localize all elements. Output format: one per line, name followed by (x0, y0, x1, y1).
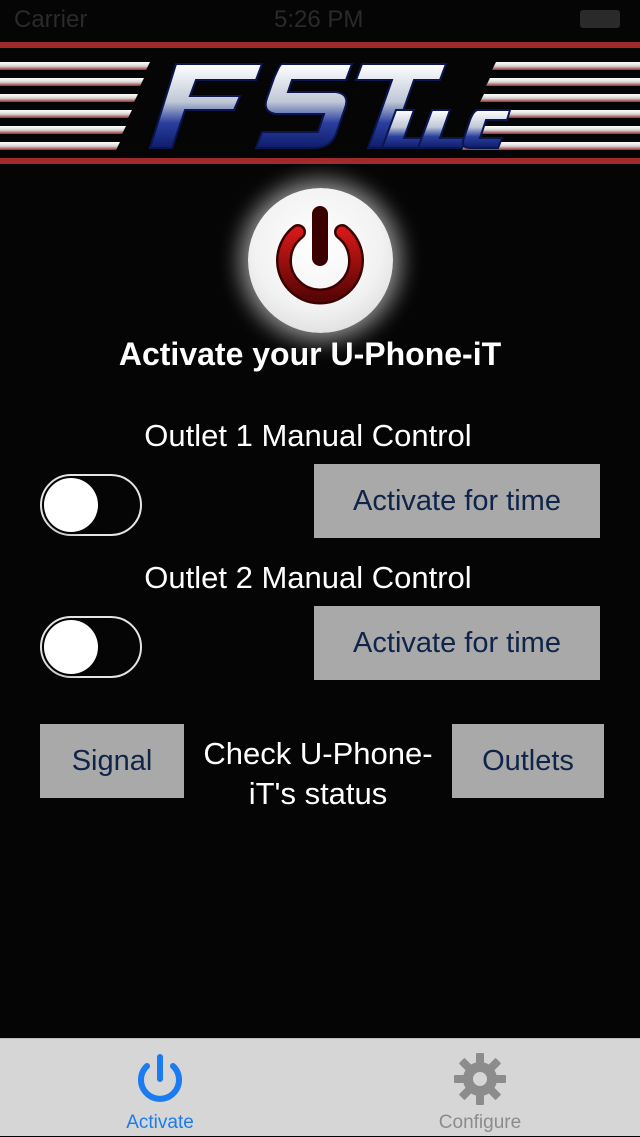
activate-power-button[interactable] (248, 188, 393, 333)
gear-icon (454, 1053, 506, 1105)
outlets-button[interactable]: Outlets (452, 724, 604, 798)
status-bar: Carrier 5:26 PM (0, 0, 640, 40)
outlet-1-toggle[interactable] (40, 474, 142, 536)
toggle-knob (44, 620, 98, 674)
power-icon (276, 206, 364, 305)
toggle-knob (44, 478, 98, 532)
battery-icon (580, 10, 620, 28)
tab-bar: Activate Configure (0, 1038, 640, 1136)
activate-title: Activate your U-Phone-iT (118, 336, 502, 372)
power-icon (138, 1054, 182, 1102)
tab-activate-label: Activate (126, 1112, 194, 1133)
outlet-2-toggle[interactable] (40, 616, 142, 678)
tab-configure-label: Configure (438, 1112, 522, 1133)
carrier-label: Carrier (14, 6, 88, 33)
outlet-1-activate-for-time-button[interactable]: Activate for time (314, 464, 600, 538)
outlet-2-title: Outlet 2 Manual Control (144, 560, 472, 595)
tab-configure[interactable]: Configure (380, 1039, 580, 1137)
outlet-2-activate-for-time-button[interactable]: Activate for time (314, 606, 600, 680)
fst-llc-banner-logo (0, 42, 640, 164)
tab-activate[interactable]: Activate (60, 1039, 260, 1137)
signal-button[interactable]: Signal (40, 724, 184, 798)
outlet-1-title: Outlet 1 Manual Control (144, 418, 472, 453)
status-time: 5:26 PM (274, 6, 364, 33)
check-status-label: Check U-Phone-iT's status (203, 736, 433, 811)
